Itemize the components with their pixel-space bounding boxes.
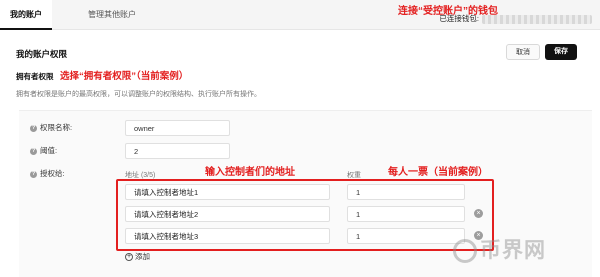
name-field-label: ? 权限名称: bbox=[30, 123, 73, 132]
question-icon[interactable]: ? bbox=[30, 147, 37, 155]
top-tab-bar: 我的账户 管理其他账户 已连接钱包: bbox=[0, 0, 600, 30]
tab-my-account[interactable]: 我的账户 bbox=[0, 0, 52, 30]
plus-circle-icon: + bbox=[125, 253, 133, 262]
permission-name-input[interactable]: owner bbox=[125, 120, 230, 136]
tab-manage-other-accounts[interactable]: 管理其他账户 bbox=[78, 0, 146, 30]
question-icon[interactable]: ? bbox=[30, 170, 37, 178]
annotation-connect-wallet: 连接“受控账户”的钱包 bbox=[398, 6, 498, 17]
watermark-logo-icon bbox=[453, 239, 477, 264]
wallet-address-redacted bbox=[482, 14, 592, 24]
question-icon[interactable]: ? bbox=[30, 124, 37, 132]
cancel-button[interactable]: 取消 bbox=[506, 44, 540, 60]
annotation-one-vote-each: 每人一票（当前案例） bbox=[388, 167, 488, 178]
permission-description: 拥有者权限是账户的最高权限，可以调整账户的权限结构、执行账户所有操作。 bbox=[16, 91, 261, 98]
permission-role-title: 拥有者权限 bbox=[16, 72, 54, 81]
threshold-input[interactable]: 2 bbox=[125, 143, 230, 159]
annotation-owner-permission: 选择“拥有者权限”（当前案例） bbox=[60, 71, 189, 82]
grant-field-label: ? 授权给: bbox=[30, 169, 65, 178]
add-controller-button[interactable]: + 添加 bbox=[125, 251, 150, 262]
save-button[interactable]: 保存 bbox=[545, 44, 577, 60]
threshold-field-label: ? 阈值: bbox=[30, 146, 58, 155]
annotation-enter-addresses: 输入控制者们的地址 bbox=[205, 167, 295, 178]
annotation-highlight-box bbox=[116, 179, 494, 251]
watermark: 币界网 bbox=[453, 234, 546, 264]
section-title: 我的账户权限 bbox=[16, 49, 68, 59]
